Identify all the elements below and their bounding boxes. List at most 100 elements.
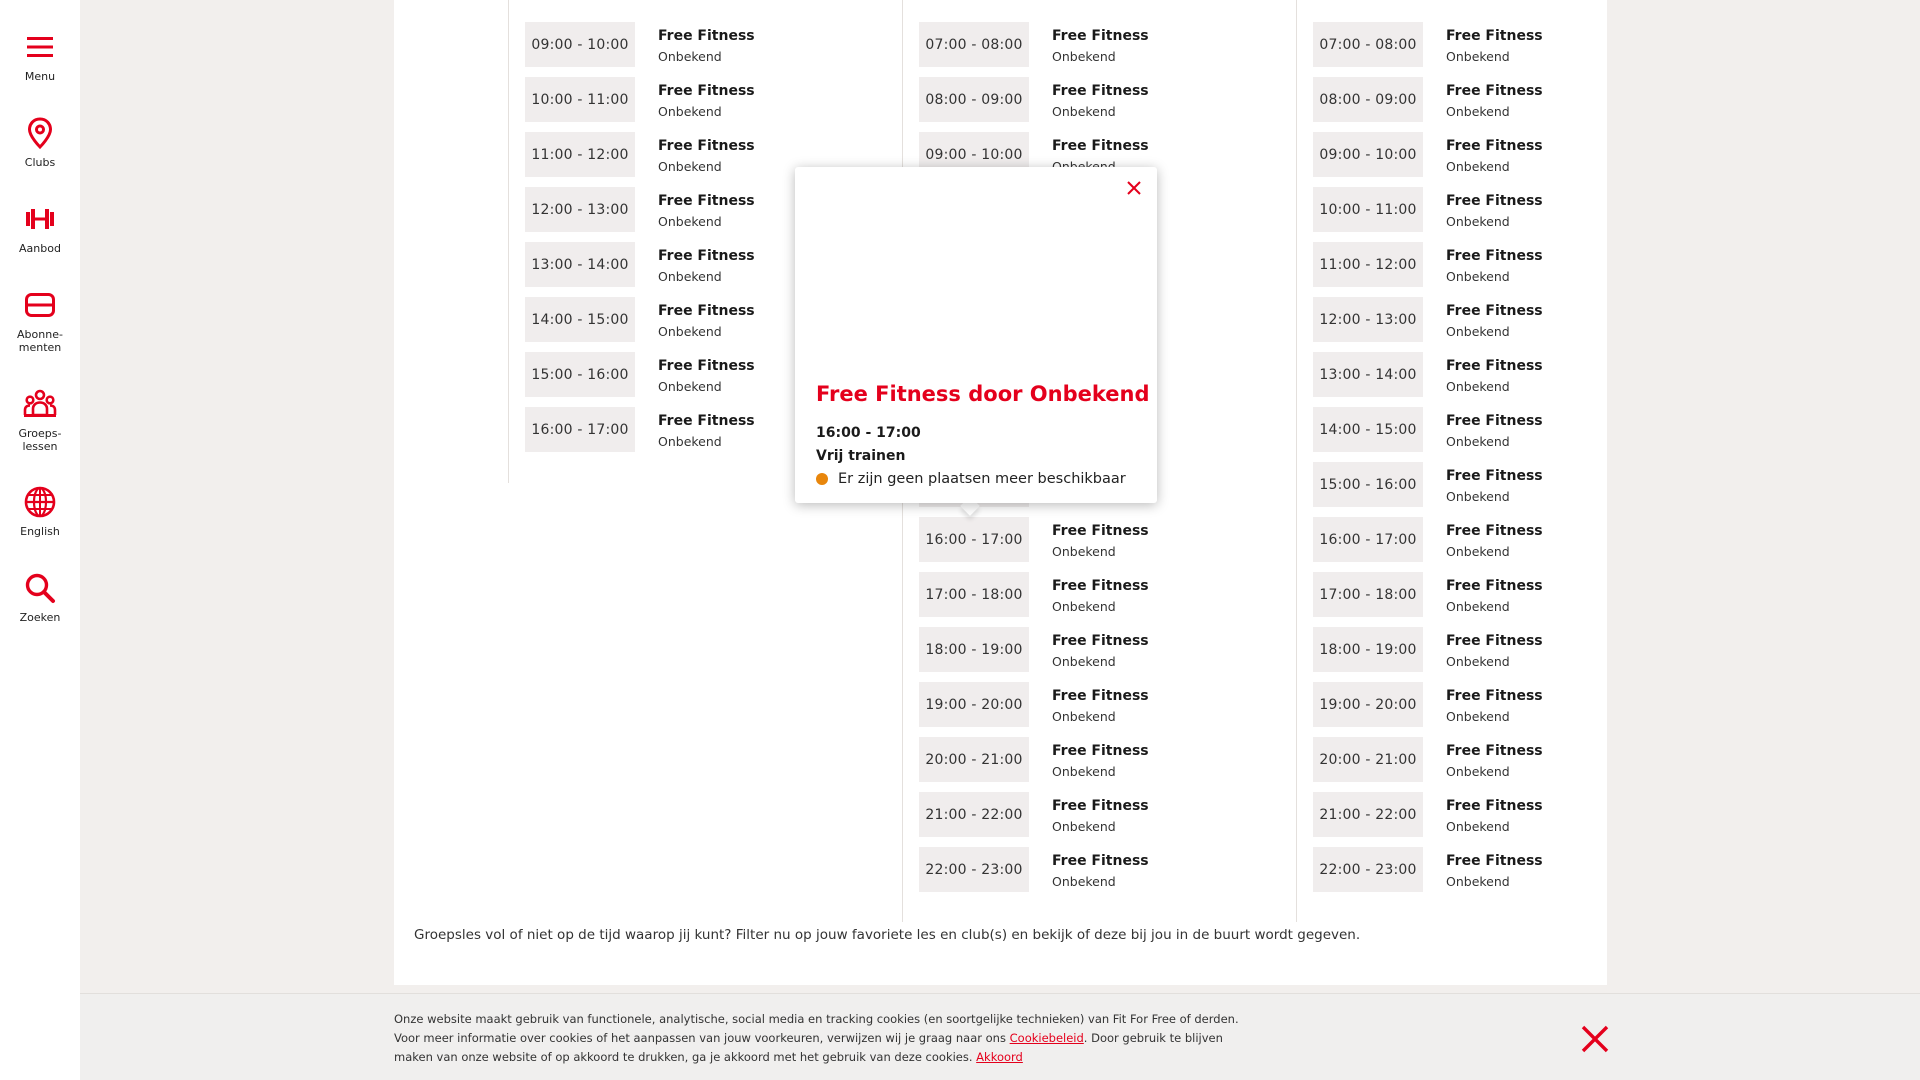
sidebar-item-clubs[interactable]: Clubs	[0, 116, 80, 169]
slot-instructor: Onbekend	[1446, 489, 1510, 504]
slot-time: 15:00 - 16:00	[1313, 462, 1423, 507]
slot-instructor: Onbekend	[1446, 709, 1510, 724]
schedule-slot[interactable]: 22:00 - 23:00 Free Fitness Onbekend	[1313, 847, 1693, 892]
group-class-filter-note: Groepsles vol of niet op de tijd waarop …	[414, 927, 1361, 943]
slot-class-name: Free Fitness	[1446, 688, 1543, 704]
sidebar-item-zoeken[interactable]: Zoeken	[0, 571, 80, 624]
slot-time: 09:00 - 10:00	[525, 22, 635, 67]
schedule-slot[interactable]: 09:00 - 10:00 Free Fitness Onbekend	[1313, 132, 1693, 177]
slot-time: 13:00 - 14:00	[525, 242, 635, 287]
schedule-slot[interactable]: 11:00 - 12:00 Free Fitness Onbekend	[1313, 242, 1693, 287]
sidebar-item-aanbod[interactable]: Aanbod	[0, 202, 80, 255]
slot-time: 16:00 - 17:00	[919, 517, 1029, 562]
sidebar-item-english[interactable]: English	[0, 485, 80, 538]
schedule-slot[interactable]: 21:00 - 22:00 Free Fitness Onbekend	[919, 792, 1299, 837]
slot-class-name: Free Fitness	[1446, 523, 1543, 539]
popup-class-type: Vrij trainen	[816, 448, 906, 464]
schedule-slot[interactable]: 16:00 - 17:00 Free Fitness Onbekend	[919, 517, 1299, 562]
slot-time: 17:00 - 18:00	[1313, 572, 1423, 617]
group-icon	[23, 389, 57, 417]
search-icon	[25, 573, 55, 603]
slot-time: 18:00 - 19:00	[919, 627, 1029, 672]
slot-time: 13:00 - 14:00	[1313, 352, 1423, 397]
slot-class-name: Free Fitness	[1446, 358, 1543, 374]
schedule-slot[interactable]: 10:00 - 11:00 Free Fitness Onbekend	[525, 77, 905, 122]
slot-class-name: Free Fitness	[1446, 303, 1543, 319]
slot-instructor: Onbekend	[658, 104, 722, 119]
availability-status-text: Er zijn geen plaatsen meer beschikbaar	[838, 471, 1126, 487]
slot-time: 11:00 - 12:00	[525, 132, 635, 177]
slot-instructor: Onbekend	[1052, 764, 1116, 779]
schedule-slot[interactable]: 18:00 - 19:00 Free Fitness Onbekend	[919, 627, 1299, 672]
cookie-accept-link[interactable]: Akkoord	[976, 1050, 1023, 1064]
membership-card-icon	[25, 293, 55, 317]
schedule-slot[interactable]: 08:00 - 09:00 Free Fitness Onbekend	[1313, 77, 1693, 122]
slot-class-name: Free Fitness	[658, 28, 755, 44]
slot-class-name: Free Fitness	[1446, 798, 1543, 814]
slot-time: 15:00 - 16:00	[525, 352, 635, 397]
schedule-slot[interactable]: 20:00 - 21:00 Free Fitness Onbekend	[1313, 737, 1693, 782]
schedule-slot[interactable]: 19:00 - 20:00 Free Fitness Onbekend	[919, 682, 1299, 727]
schedule-slot[interactable]: 12:00 - 13:00 Free Fitness Onbekend	[1313, 297, 1693, 342]
schedule-slot[interactable]: 07:00 - 08:00 Free Fitness Onbekend	[919, 22, 1299, 67]
schedule-slot[interactable]: 16:00 - 17:00 Free Fitness Onbekend	[1313, 517, 1693, 562]
slot-time: 16:00 - 17:00	[525, 407, 635, 452]
schedule-slot[interactable]: 22:00 - 23:00 Free Fitness Onbekend	[919, 847, 1299, 892]
slot-time: 17:00 - 18:00	[919, 572, 1029, 617]
slot-class-name: Free Fitness	[658, 193, 755, 209]
slot-instructor: Onbekend	[1446, 379, 1510, 394]
slot-class-name: Free Fitness	[1052, 523, 1149, 539]
slot-time: 16:00 - 17:00	[1313, 517, 1423, 562]
schedule-slot[interactable]: 17:00 - 18:00 Free Fitness Onbekend	[919, 572, 1299, 617]
schedule-slot[interactable]: 15:00 - 16:00 Free Fitness Onbekend	[1313, 462, 1693, 507]
schedule-slot[interactable]: 07:00 - 08:00 Free Fitness Onbekend	[1313, 22, 1693, 67]
schedule-slot[interactable]: 10:00 - 11:00 Free Fitness Onbekend	[1313, 187, 1693, 232]
schedule-slot[interactable]: 18:00 - 19:00 Free Fitness Onbekend	[1313, 627, 1693, 672]
schedule-slot[interactable]: 21:00 - 22:00 Free Fitness Onbekend	[1313, 792, 1693, 837]
schedule-slot[interactable]: 19:00 - 20:00 Free Fitness Onbekend	[1313, 682, 1693, 727]
slot-time: 07:00 - 08:00	[1313, 22, 1423, 67]
slot-time: 14:00 - 15:00	[525, 297, 635, 342]
schedule-slot[interactable]: 09:00 - 10:00 Free Fitness Onbekend	[525, 22, 905, 67]
slot-time: 12:00 - 13:00	[1313, 297, 1423, 342]
sidebar-item-groepslessen[interactable]: Groeps-lessen	[0, 387, 80, 453]
slot-time: 19:00 - 20:00	[1313, 682, 1423, 727]
sidebar-item-label: Abonne-menten	[17, 328, 63, 354]
slot-instructor: Onbekend	[658, 324, 722, 339]
slot-instructor: Onbekend	[658, 434, 722, 449]
slot-class-name: Free Fitness	[1446, 633, 1543, 649]
cookie-policy-link[interactable]: Cookiebeleid	[1010, 1031, 1084, 1045]
schedule-slot[interactable]: 20:00 - 21:00 Free Fitness Onbekend	[919, 737, 1299, 782]
slot-class-name: Free Fitness	[1052, 633, 1149, 649]
slot-class-name: Free Fitness	[1052, 138, 1149, 154]
close-icon[interactable]	[1580, 1024, 1610, 1054]
schedule-slot[interactable]: 13:00 - 14:00 Free Fitness Onbekend	[1313, 352, 1693, 397]
close-icon[interactable]	[1123, 177, 1145, 199]
sidebar-item-label: Zoeken	[19, 611, 61, 624]
slot-instructor: Onbekend	[1446, 874, 1510, 889]
sidebar-item-menu[interactable]: Menu	[0, 30, 80, 83]
slot-class-name: Free Fitness	[1052, 28, 1149, 44]
sidebar-item-label: Clubs	[24, 156, 56, 169]
slot-instructor: Onbekend	[1052, 819, 1116, 834]
slot-time: 08:00 - 09:00	[919, 77, 1029, 122]
slot-instructor: Onbekend	[1446, 159, 1510, 174]
slot-instructor: Onbekend	[1446, 324, 1510, 339]
slot-time: 22:00 - 23:00	[919, 847, 1029, 892]
slot-class-name: Free Fitness	[1446, 413, 1543, 429]
popup-title: Free Fitness door Onbekend	[816, 382, 1150, 406]
slot-instructor: Onbekend	[1052, 49, 1116, 64]
schedule-slot[interactable]: 17:00 - 18:00 Free Fitness Onbekend	[1313, 572, 1693, 617]
slot-time: 20:00 - 21:00	[1313, 737, 1423, 782]
cookie-text: Onze website maakt gebruik van functione…	[394, 1010, 1254, 1067]
popup-time: 16:00 - 17:00	[816, 425, 921, 441]
schedule-slot[interactable]: 14:00 - 15:00 Free Fitness Onbekend	[1313, 407, 1693, 452]
sidebar-item-abonnementen[interactable]: Abonne-menten	[0, 288, 80, 354]
slot-time: 22:00 - 23:00	[1313, 847, 1423, 892]
slot-instructor: Onbekend	[1446, 49, 1510, 64]
slot-time: 10:00 - 11:00	[525, 77, 635, 122]
slot-class-name: Free Fitness	[658, 358, 755, 374]
slot-instructor: Onbekend	[658, 49, 722, 64]
slot-instructor: Onbekend	[1052, 599, 1116, 614]
schedule-slot[interactable]: 08:00 - 09:00 Free Fitness Onbekend	[919, 77, 1299, 122]
